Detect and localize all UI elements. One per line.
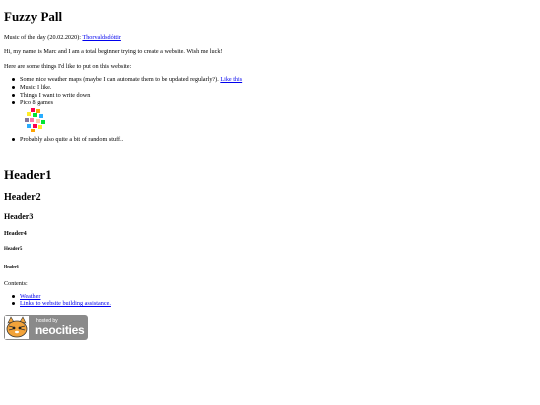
pico8-logo-image <box>25 108 45 132</box>
list-item: Things I want to write down <box>11 92 91 99</box>
header3: Header3 <box>4 212 34 221</box>
intro-text: Hi, my name is Marc and I am a total beg… <box>4 48 223 55</box>
contents-label: Contents: <box>4 280 28 287</box>
music-link[interactable]: Thorvaldsdóttir <box>82 34 121 41</box>
list-item: Pico 8 games <box>12 99 53 106</box>
weather-example-link[interactable]: Like this <box>220 76 242 83</box>
music-of-the-day: Music of the day (20.02.2020): Thorvalds… <box>4 34 121 42</box>
header4: Header4 <box>4 230 27 237</box>
header2: Header2 <box>4 192 41 203</box>
list-item: Links to website building assistance. <box>12 300 111 307</box>
website-assistance-link[interactable]: Links to website building assistance. <box>20 300 111 307</box>
weather-link[interactable]: Weather <box>20 293 40 300</box>
list-item: Weather <box>11 293 40 300</box>
list-item: Probably also quite a bit of random stuf… <box>11 136 124 143</box>
list-item-text: Some nice weather maps (maybe I can auto… <box>20 76 219 83</box>
header6: Header6 <box>4 264 19 269</box>
neocities-cat-icon <box>5 316 29 339</box>
list-item: Music I like. <box>11 84 52 91</box>
page-title: Fuzzy Pall <box>4 9 63 24</box>
list-item: Some nice weather maps (maybe I can auto… <box>11 76 242 83</box>
music-label: Music of the day (20.02.2020): <box>4 34 81 41</box>
neocities-badge[interactable]: hosted by neocities <box>4 315 88 340</box>
wishlist-intro: Here are some things I'd like to put on … <box>4 63 132 70</box>
header1: Header1 <box>4 167 52 182</box>
header5: Header5 <box>4 247 23 252</box>
badge-brand-label: neocities <box>35 323 85 337</box>
